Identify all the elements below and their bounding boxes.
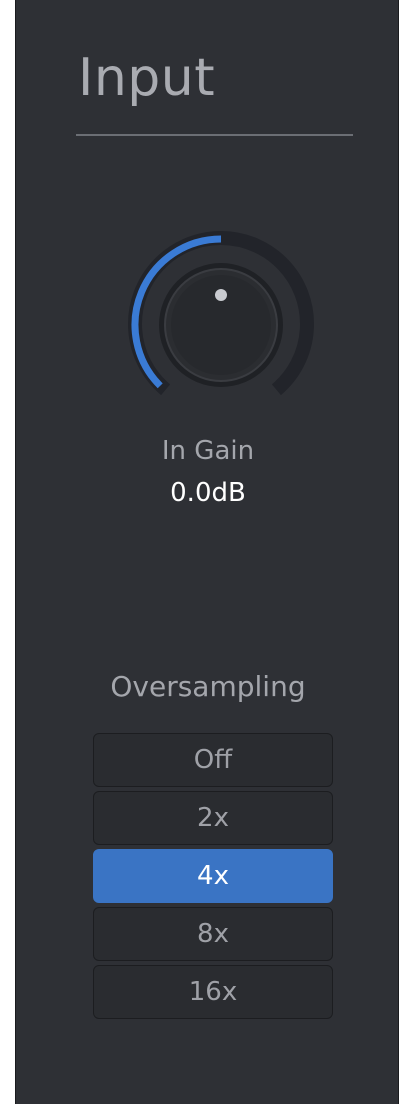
oversampling-option-16x[interactable]: 16x <box>93 965 333 1019</box>
title-divider <box>76 134 353 136</box>
in-gain-label: In Gain <box>161 436 255 466</box>
oversampling-option-off[interactable]: Off <box>93 733 333 787</box>
oversampling-option-2x[interactable]: 2x <box>93 791 333 845</box>
in-gain-value: 0.0dB <box>170 478 246 508</box>
input-panel: Input In Gain 0.0dB Oversampling Off 2x … <box>15 0 399 1104</box>
oversampling-option-8x[interactable]: 8x <box>93 907 333 961</box>
panel-title: Input <box>78 48 216 108</box>
knob-indicator <box>215 289 227 301</box>
in-gain-knob[interactable] <box>121 225 321 425</box>
oversampling-option-4x[interactable]: 4x <box>93 849 333 903</box>
oversampling-selector: Off 2x 4x 8x 16x <box>93 733 335 1023</box>
oversampling-label: Oversampling <box>110 670 306 703</box>
